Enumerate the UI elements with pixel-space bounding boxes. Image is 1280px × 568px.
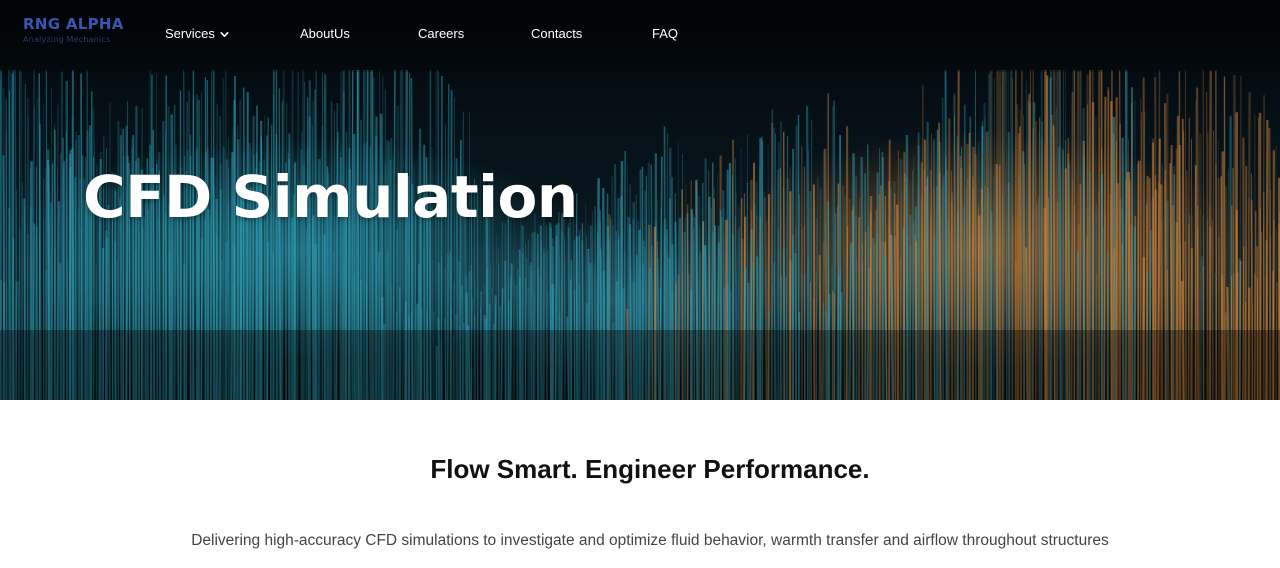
nav-item-label: AboutUs xyxy=(300,26,350,41)
nav-item-careers[interactable]: Careers xyxy=(418,26,464,41)
brand-name: RNG ALPHA xyxy=(23,15,124,33)
hero-title: CFD Simulation xyxy=(83,163,578,231)
brand-tagline: Analyzing Mechanics xyxy=(23,35,111,44)
nav-item-services[interactable]: Services xyxy=(165,26,230,41)
nav-item-label: Services xyxy=(165,26,215,41)
nav-item-faq[interactable]: FAQ xyxy=(652,26,678,41)
brand-logo[interactable]: RNG ALPHA Analyzing Mechanics xyxy=(23,15,124,44)
nav-item-label: Contacts xyxy=(531,26,583,41)
nav-item-label: Careers xyxy=(418,26,465,41)
top-navbar: RNG ALPHA Analyzing Mechanics Services A… xyxy=(0,0,1280,72)
chevron-down-icon xyxy=(220,32,229,38)
hero-bottom-shade xyxy=(0,330,1280,400)
nav-item-label: FAQ xyxy=(652,26,679,41)
nav-item-aboutus[interactable]: AboutUs xyxy=(300,26,350,41)
section-description: Delivering high-accuracy CFD simulations… xyxy=(191,532,1109,549)
section-heading: Flow Smart. Engineer Performance. xyxy=(430,454,870,484)
nav-item-contacts[interactable]: Contacts xyxy=(531,26,582,41)
